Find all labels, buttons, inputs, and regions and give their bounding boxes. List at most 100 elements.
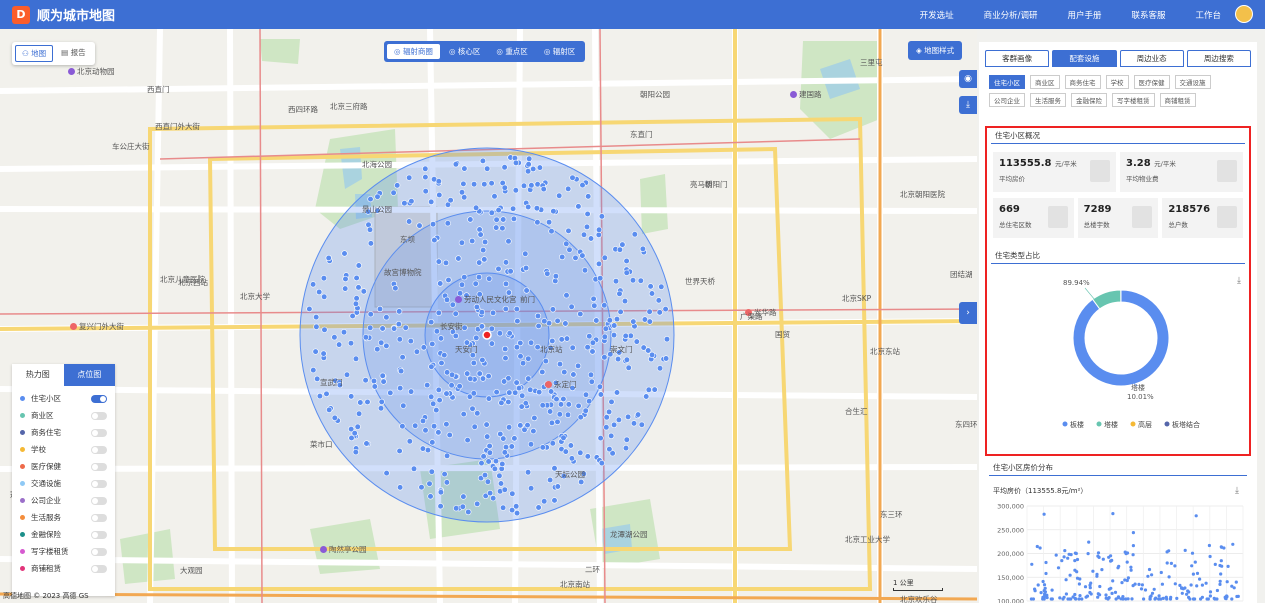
residential-point[interactable]: [444, 452, 451, 459]
residential-point[interactable]: [461, 274, 468, 281]
residential-point[interactable]: [321, 326, 328, 333]
residential-point[interactable]: [371, 383, 378, 390]
residential-point[interactable]: [448, 382, 455, 389]
scatter-point[interactable]: [1180, 586, 1184, 590]
residential-point[interactable]: [331, 414, 338, 422]
scatter-point[interactable]: [1130, 597, 1134, 601]
residential-point[interactable]: [500, 216, 507, 223]
residential-point[interactable]: [513, 344, 521, 351]
residential-point[interactable]: [597, 391, 605, 398]
facility-tag[interactable]: 生活服务: [1030, 93, 1066, 107]
residential-point[interactable]: [390, 189, 397, 196]
residential-point[interactable]: [510, 215, 518, 222]
residential-point[interactable]: [395, 321, 402, 328]
residential-point[interactable]: [512, 389, 519, 396]
residential-point[interactable]: [527, 485, 535, 492]
residential-point[interactable]: [467, 216, 474, 223]
residential-point[interactable]: [476, 259, 483, 266]
scatter-point[interactable]: [1173, 582, 1177, 586]
residential-point[interactable]: [560, 434, 567, 441]
map-style-button[interactable]: ◈ 地图样式: [908, 41, 963, 60]
eye-icon[interactable]: ◉: [959, 70, 977, 88]
residential-point[interactable]: [522, 264, 530, 272]
scatter-point[interactable]: [1198, 577, 1202, 581]
layer-toggle[interactable]: [91, 394, 107, 403]
residential-point[interactable]: [321, 293, 328, 300]
residential-point[interactable]: [549, 306, 557, 313]
residential-point[interactable]: [482, 238, 489, 246]
residential-point[interactable]: [586, 398, 593, 405]
scatter-point[interactable]: [1086, 552, 1090, 556]
residential-point[interactable]: [469, 405, 476, 412]
residential-point[interactable]: [435, 258, 442, 265]
residential-point[interactable]: [488, 340, 496, 347]
residential-point[interactable]: [408, 388, 415, 395]
residential-point[interactable]: [575, 203, 582, 210]
scatter-point[interactable]: [1213, 562, 1217, 566]
scatter-point[interactable]: [1126, 576, 1130, 580]
residential-point[interactable]: [582, 407, 589, 414]
residential-point[interactable]: [512, 187, 519, 194]
residential-point[interactable]: [565, 185, 572, 192]
scatter-point[interactable]: [1148, 595, 1152, 599]
residential-point[interactable]: [647, 283, 654, 290]
residential-point[interactable]: [485, 395, 493, 402]
residential-point[interactable]: [546, 476, 554, 484]
residential-point[interactable]: [565, 227, 572, 234]
scatter-point[interactable]: [1180, 591, 1184, 595]
residential-point[interactable]: [398, 368, 405, 375]
residential-point[interactable]: [500, 435, 507, 442]
center-marker[interactable]: [482, 330, 492, 340]
facility-tag[interactable]: 写字楼租赁: [1112, 93, 1155, 107]
residential-point[interactable]: [424, 382, 431, 389]
residential-point[interactable]: [564, 411, 572, 418]
residential-point[interactable]: [551, 497, 558, 504]
pie-legend-label[interactable]: 板楼: [1070, 420, 1084, 429]
residential-point[interactable]: [351, 430, 358, 437]
residential-point[interactable]: [473, 204, 480, 211]
residential-point[interactable]: [582, 391, 590, 398]
scatter-point[interactable]: [1109, 559, 1113, 563]
residential-point[interactable]: [556, 192, 563, 199]
residential-point[interactable]: [437, 335, 445, 342]
residential-point[interactable]: [356, 410, 363, 417]
residential-point[interactable]: [443, 296, 451, 303]
scatter-point[interactable]: [1190, 551, 1195, 555]
residential-point[interactable]: [645, 347, 652, 354]
residential-point[interactable]: [459, 503, 466, 510]
residential-point[interactable]: [458, 239, 466, 246]
scatter-point[interactable]: [1186, 589, 1190, 593]
scatter-point[interactable]: [1104, 593, 1108, 597]
scatter-point[interactable]: [1087, 540, 1091, 544]
residential-point[interactable]: [502, 259, 510, 266]
residential-point[interactable]: [366, 226, 374, 233]
scatter-point[interactable]: [1035, 544, 1039, 549]
scatter-point[interactable]: [1195, 584, 1199, 588]
residential-point[interactable]: [433, 328, 441, 335]
residential-point[interactable]: [422, 427, 429, 434]
residential-point[interactable]: [426, 480, 433, 487]
scatter-point[interactable]: [1109, 586, 1113, 590]
residential-point[interactable]: [460, 180, 467, 187]
residential-point[interactable]: [486, 449, 494, 456]
residential-point[interactable]: [540, 186, 547, 193]
scatter-point[interactable]: [1071, 595, 1075, 599]
scatter-point[interactable]: [1075, 576, 1080, 580]
collapse-panel-icon[interactable]: ›: [959, 302, 977, 324]
residential-point[interactable]: [484, 165, 491, 172]
scatter-point[interactable]: [1096, 554, 1100, 558]
tab-point-map[interactable]: 点位图: [63, 364, 115, 386]
map-view-button[interactable]: ⚇ 地图: [15, 45, 54, 62]
residential-point[interactable]: [352, 355, 360, 362]
scatter-point[interactable]: [1195, 571, 1200, 575]
scatter-point[interactable]: [1098, 593, 1102, 597]
residential-point[interactable]: [521, 426, 528, 433]
pie-slice[interactable]: [1072, 289, 1170, 387]
map-canvas[interactable]: 北京动物园西直门西四环路西直门外大街车公庄大街北京西站北京儿童医院复兴门外大街莲…: [0, 29, 977, 603]
scatter-point[interactable]: [1225, 580, 1229, 584]
residential-point[interactable]: [629, 277, 637, 284]
residential-point[interactable]: [528, 182, 535, 189]
facility-tag[interactable]: 交通设施: [1174, 75, 1211, 89]
residential-point[interactable]: [436, 397, 443, 404]
scatter-point[interactable]: [1185, 592, 1189, 596]
